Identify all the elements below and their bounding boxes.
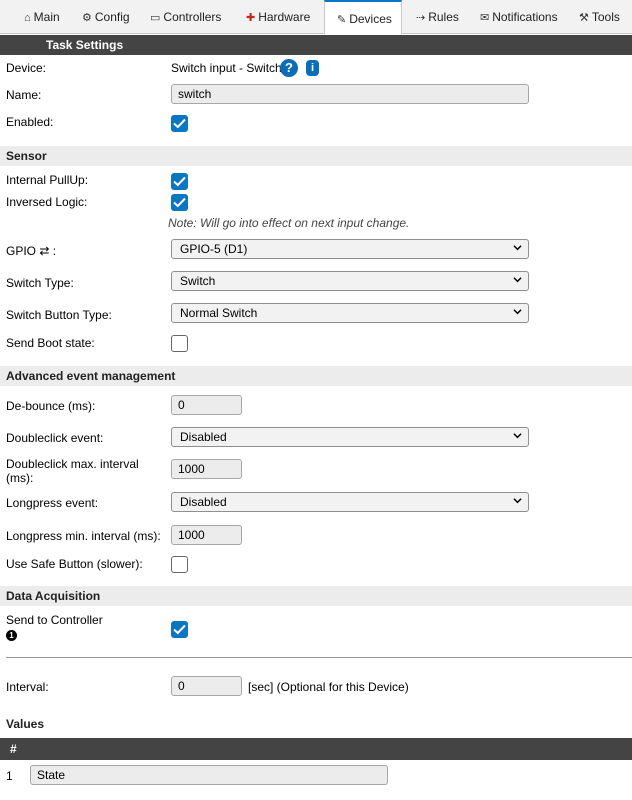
- tab-notifications[interactable]: ✉ Notifications: [480, 0, 558, 34]
- chevron-down-icon: [513, 277, 522, 283]
- switch-type-value: Switch: [180, 274, 216, 288]
- name-label: Name:: [6, 88, 42, 102]
- sensor-header: Sensor: [0, 146, 632, 166]
- longpress-value: Disabled: [180, 495, 227, 509]
- inversed-checkbox[interactable]: [171, 194, 188, 211]
- inversed-note: Note: Will go into effect on next input …: [168, 216, 410, 230]
- values-row-name-input[interactable]: State: [30, 765, 388, 785]
- debounce-label: De-bounce (ms):: [6, 399, 96, 413]
- tab-tools[interactable]: ⚒ Tools: [579, 0, 620, 34]
- chevron-down-icon: [513, 309, 522, 315]
- switch-type-label: Switch Type:: [6, 276, 74, 290]
- device-label: Device:: [6, 61, 47, 75]
- interval-hint: [sec] (Optional for this Device): [248, 680, 409, 694]
- pullup-checkbox[interactable]: [171, 173, 188, 190]
- tab-bar: ⌂ Main ⚙ Config ▭ Controllers ✚ Hardware ✎ De…: [0, 0, 632, 35]
- send-controller-checkbox[interactable]: [171, 621, 188, 638]
- interval-input[interactable]: 0: [171, 676, 242, 696]
- controller-icon: ▭: [150, 12, 161, 24]
- enabled-label: Enabled:: [6, 115, 54, 129]
- switch-type-select[interactable]: Switch: [171, 271, 529, 291]
- safe-button-checkbox[interactable]: [171, 556, 188, 573]
- controller-1-badge-icon: 1: [6, 630, 17, 641]
- chevron-down-icon: [513, 433, 522, 439]
- pullup-label: Internal PullUp:: [6, 173, 89, 187]
- button-type-value: Normal Switch: [180, 306, 258, 320]
- gear-icon: ⚙: [82, 12, 92, 24]
- acquisition-header: Data Acquisition: [0, 586, 632, 606]
- send-controller-label: Send to Controller: [6, 613, 103, 627]
- longpress-interval-label: Longpress min. interval (ms):: [6, 529, 161, 543]
- interval-label: Interval:: [6, 680, 49, 694]
- button-type-select[interactable]: Normal Switch: [171, 303, 529, 323]
- safe-button-label: Use Safe Button (slower):: [6, 557, 143, 571]
- values-col-hash: #: [10, 742, 17, 756]
- tab-devices[interactable]: ✎ Devices: [324, 0, 402, 35]
- values-row-index: 1: [6, 769, 13, 783]
- dblclick-interval-label-1: Doubleclick max. interval: [6, 457, 139, 471]
- advanced-header: Advanced event management: [0, 366, 632, 386]
- values-header: Values: [0, 714, 632, 734]
- boot-state-label: Send Boot state:: [6, 336, 95, 350]
- gpio-select[interactable]: GPIO-5 (D1): [171, 239, 529, 259]
- tab-controllers[interactable]: ▭ Controllers: [150, 0, 221, 34]
- boot-state-checkbox[interactable]: [171, 335, 188, 352]
- values-table-header: #: [0, 738, 632, 760]
- help-icon[interactable]: ?: [280, 59, 298, 77]
- longpress-select[interactable]: Disabled: [171, 492, 529, 512]
- debounce-input[interactable]: 0: [171, 395, 242, 415]
- chevron-down-icon: [513, 498, 522, 504]
- tab-hardware[interactable]: ✚ Hardware: [246, 0, 310, 34]
- inversed-label: Inversed Logic:: [6, 195, 88, 209]
- tab-config[interactable]: ⚙ Config: [82, 0, 130, 34]
- gpio-label: GPIO ⇄ :: [6, 244, 57, 258]
- dblclick-label: Doubleclick event:: [6, 431, 104, 445]
- arrow-icon: ⇢: [416, 12, 426, 24]
- chevron-down-icon: [513, 245, 522, 251]
- tab-main[interactable]: ⌂ Main: [24, 0, 60, 34]
- button-type-label: Switch Button Type:: [6, 308, 112, 322]
- dblclick-interval-label-2: (ms):: [6, 471, 34, 485]
- plug-icon: ✎: [337, 14, 347, 26]
- task-settings-header: Task Settings: [0, 35, 632, 55]
- dblclick-select[interactable]: Disabled: [171, 427, 529, 447]
- gpio-select-value: GPIO-5 (D1): [180, 242, 248, 256]
- device-value: Switch input - Switch: [171, 61, 282, 75]
- divider: [6, 657, 632, 658]
- info-icon[interactable]: i: [306, 60, 319, 76]
- mail-icon: ✉: [480, 12, 490, 24]
- enabled-checkbox[interactable]: [171, 115, 188, 132]
- dblclick-interval-input[interactable]: 1000: [171, 459, 242, 479]
- home-icon: ⌂: [24, 12, 31, 24]
- dblclick-value: Disabled: [180, 430, 227, 444]
- pin-icon: ✚: [246, 12, 256, 24]
- longpress-interval-input[interactable]: 1000: [171, 525, 242, 545]
- wrench-icon: ⚒: [579, 12, 589, 24]
- longpress-label: Longpress event:: [6, 496, 99, 510]
- tab-rules[interactable]: ⇢ Rules: [416, 0, 459, 34]
- name-input[interactable]: switch: [171, 84, 529, 104]
